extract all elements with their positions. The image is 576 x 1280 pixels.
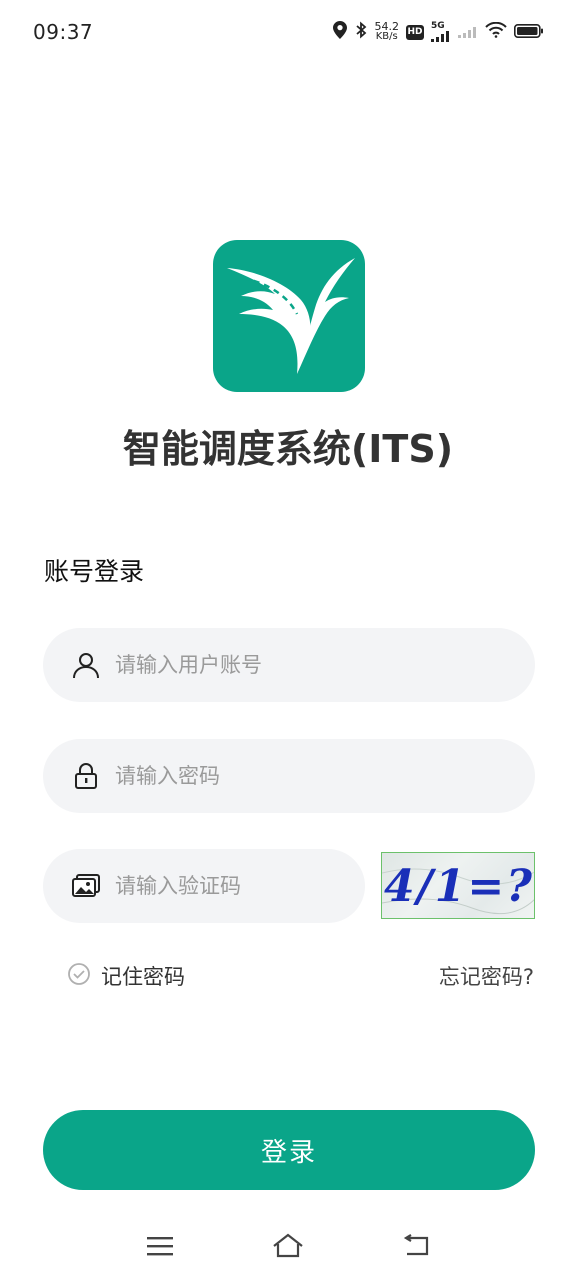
username-field[interactable]: [43, 628, 535, 702]
password-input[interactable]: [113, 763, 457, 789]
remember-password-toggle[interactable]: 记住密码: [67, 961, 185, 991]
home-icon[interactable]: [268, 1228, 308, 1264]
password-field[interactable]: [43, 739, 535, 813]
login-section-title: 账号登录: [44, 557, 145, 586]
status-icons: 54.2 KB/s HD 5G: [332, 18, 545, 46]
app-logo: [213, 240, 365, 392]
app-title: 智能调度系统(ITS): [122, 427, 454, 471]
signal-5g-icon: 5G: [431, 22, 451, 42]
username-input[interactable]: [113, 652, 457, 678]
lock-icon: [71, 761, 101, 791]
captcha-text: 4/1=?: [384, 861, 534, 912]
net-speed: 54.2 KB/s: [374, 20, 400, 42]
wifi-icon: [485, 21, 507, 42]
image-icon: [71, 871, 101, 901]
hd-icon: HD: [406, 24, 424, 40]
forgot-password-link[interactable]: 忘记密码?: [439, 961, 534, 991]
location-icon: [332, 21, 347, 43]
signal-icon: [458, 23, 478, 42]
remember-password-label: 记住密码: [101, 965, 185, 989]
menu-icon[interactable]: [140, 1228, 180, 1264]
status-time: 09:37: [33, 20, 94, 44]
captcha-field[interactable]: [43, 849, 365, 923]
login-button[interactable]: 登录: [43, 1110, 535, 1190]
captcha-image[interactable]: 4/1=?: [381, 852, 535, 919]
status-bar: 09:37 54.2 KB/s HD 5G: [0, 0, 576, 62]
battery-icon: [514, 23, 544, 42]
user-icon: [71, 650, 101, 680]
bluetooth-icon: [354, 21, 368, 43]
check-circle-icon[interactable]: [67, 962, 91, 990]
captcha-input[interactable]: [113, 873, 297, 899]
back-icon[interactable]: [396, 1228, 436, 1264]
